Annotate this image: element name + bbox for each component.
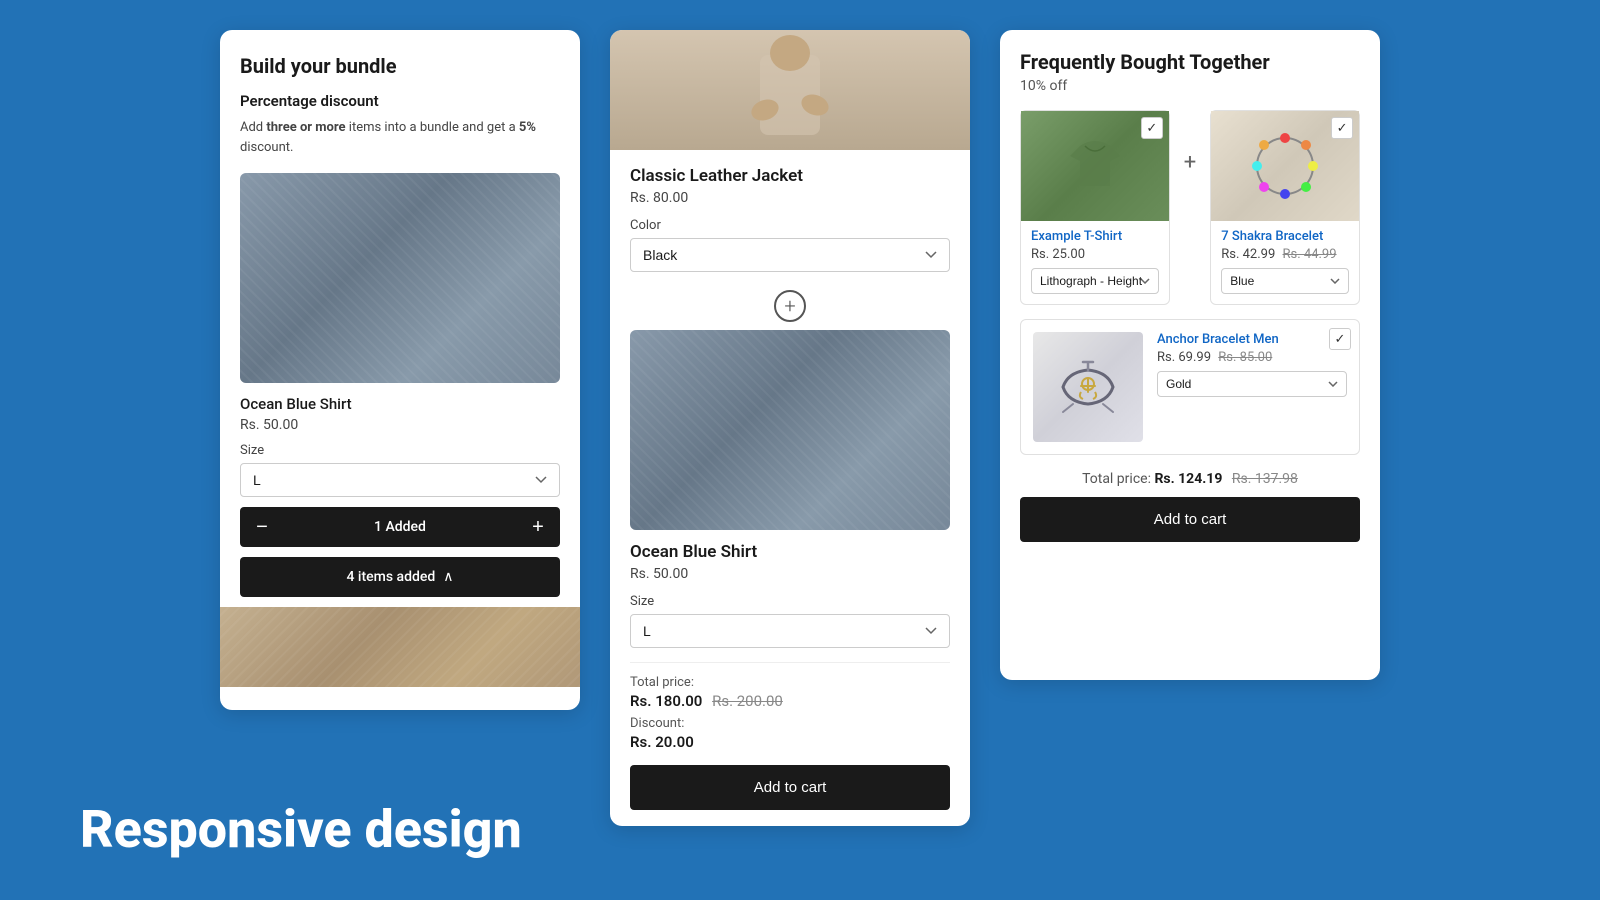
- jacket-figure-top: [730, 35, 850, 150]
- qty-minus-btn[interactable]: −: [240, 507, 284, 547]
- discount-description: Add three or more items into a bundle an…: [240, 118, 560, 157]
- qty-control: − 1 Added +: [240, 507, 560, 547]
- fbt-product3-check[interactable]: ✓: [1329, 328, 1351, 350]
- fbt-plus-sign: +: [1180, 150, 1200, 175]
- fbt-add-to-cart-btn[interactable]: Add to cart: [1020, 497, 1360, 542]
- middle-product2-image: [630, 330, 950, 530]
- middle-total-section: Total price: Rs. 180.00 Rs. 200.00 Disco…: [630, 662, 950, 810]
- main-container: Build your bundle Percentage discount Ad…: [0, 0, 1600, 900]
- fbt-total-value: Rs. 124.19: [1154, 471, 1222, 487]
- plus-circle: +: [630, 290, 950, 322]
- fbt-total-price: Total price: Rs. 124.19 Rs. 137.98: [1020, 471, 1360, 487]
- fbt-product3-image: [1033, 332, 1143, 442]
- fbt-product2-check[interactable]: ✓: [1331, 117, 1353, 139]
- left-size-select[interactable]: L XS S M XL XXL: [240, 463, 560, 497]
- fbt-product3-name: Anchor Bracelet Men: [1157, 332, 1347, 347]
- middle-panel: Classic Leather Jacket Rs. 80.00 Color B…: [610, 30, 970, 826]
- middle-product1-price: Rs. 80.00: [630, 190, 950, 206]
- middle-top-image: [610, 30, 970, 150]
- left-product-image: [240, 173, 560, 383]
- right-panel: Frequently Bought Together 10% off ✓ Exa…: [1000, 30, 1380, 680]
- middle-size-select[interactable]: L XS S M XL XXL: [630, 614, 950, 648]
- fbt-product3-variant-select[interactable]: Gold Silver Black: [1157, 371, 1347, 397]
- middle-color-select[interactable]: Black Brown Tan: [630, 238, 950, 272]
- middle-product2-name: Ocean Blue Shirt: [630, 542, 950, 562]
- middle-total-value: Rs. 180.00 Rs. 200.00: [630, 692, 950, 710]
- left-product-name: Ocean Blue Shirt: [240, 395, 560, 413]
- middle-add-to-cart-btn[interactable]: Add to cart: [630, 765, 950, 810]
- plus-icon: +: [774, 290, 806, 322]
- fbt-product3-price: Rs. 69.99 Rs. 85.00: [1157, 350, 1347, 365]
- fbt-product1-price: Rs. 25.00: [1031, 247, 1159, 262]
- bottom-image-strip: [220, 607, 580, 687]
- middle-discount-value: Rs. 20.00: [630, 733, 950, 751]
- fbt-total-original: Rs. 137.98: [1232, 471, 1298, 487]
- fbt-discount-label: 10% off: [1020, 78, 1360, 94]
- bundle-title: Build your bundle: [240, 54, 560, 78]
- qty-added-label: 1 Added: [284, 519, 516, 535]
- middle-discount-label: Discount:: [630, 716, 950, 731]
- fbt-product2-card: ✓ 7 Shakra Bracelet Rs. 42.99 Rs. 44.99 …: [1210, 110, 1360, 305]
- fbt-product1-name: Example T-Shirt: [1031, 229, 1159, 244]
- fbt-product2-variant-select[interactable]: Blue Red Green: [1221, 268, 1349, 294]
- left-panel: Build your bundle Percentage discount Ad…: [220, 30, 580, 710]
- left-product-price: Rs. 50.00: [240, 417, 560, 433]
- middle-total-label: Total price:: [630, 675, 950, 690]
- middle-size-label: Size: [630, 594, 950, 609]
- middle-content: Classic Leather Jacket Rs. 80.00 Color B…: [610, 150, 970, 826]
- fbt-top-row: ✓ Example T-Shirt Rs. 25.00 Lithograph -…: [1020, 110, 1360, 305]
- fbt-product2-price: Rs. 42.99 Rs. 44.99: [1221, 247, 1349, 262]
- discount-badge: Percentage discount: [240, 92, 560, 110]
- fbt-product2-name: 7 Shakra Bracelet: [1221, 229, 1349, 244]
- fbt-product1-card: ✓ Example T-Shirt Rs. 25.00 Lithograph -…: [1020, 110, 1170, 305]
- qty-plus-btn[interactable]: +: [516, 507, 560, 547]
- left-size-label: Size: [240, 443, 560, 458]
- middle-product1-name: Classic Leather Jacket: [630, 166, 950, 186]
- fbt-product3-card: Anchor Bracelet Men Rs. 69.99 Rs. 85.00 …: [1020, 319, 1360, 455]
- fbt-total-label: Total price:: [1082, 471, 1151, 487]
- responsive-design-text: Responsive design: [80, 799, 522, 860]
- items-added-chevron: ∧: [443, 569, 453, 585]
- items-added-text: 4 items added: [346, 569, 435, 585]
- fbt-product1-variant-select[interactable]: Lithograph - Height Option 2: [1031, 268, 1159, 294]
- items-added-bar[interactable]: 4 items added ∧: [240, 557, 560, 597]
- middle-product2-price: Rs. 50.00: [630, 566, 950, 582]
- fbt-product1-check[interactable]: ✓: [1141, 117, 1163, 139]
- middle-color-label: Color: [630, 218, 950, 233]
- fbt-title: Frequently Bought Together: [1020, 50, 1360, 74]
